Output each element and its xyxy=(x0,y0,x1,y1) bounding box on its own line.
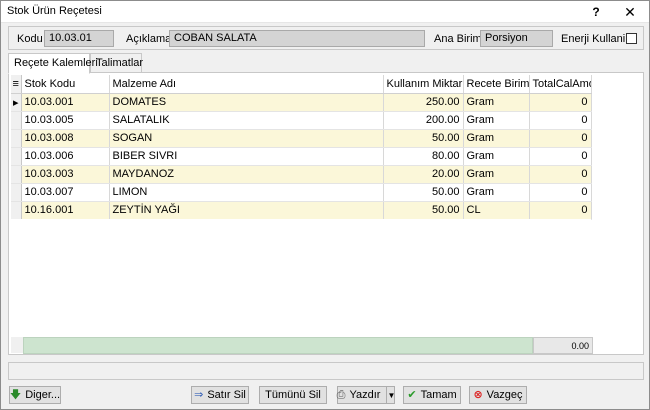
table-row[interactable]: 10.16.001 ZEYTİN YAĞI 50.00 CL 0 xyxy=(11,201,592,220)
row-pointer-icon[interactable]: ▸ xyxy=(11,93,22,112)
table-cell[interactable]: 10.16.001 xyxy=(21,201,110,220)
tamam-button[interactable]: ✔ Tamam xyxy=(403,386,461,404)
table-cell[interactable]: 0 xyxy=(529,165,592,184)
table-row[interactable]: ▸ 10.03.001 DOMATES 250.00 Gram 0 xyxy=(11,93,592,112)
table-cell[interactable]: Gram xyxy=(463,129,530,148)
table-cell[interactable]: 250.00 xyxy=(383,93,464,112)
table-row[interactable]: 10.03.008 SOGAN 50.00 Gram 0 xyxy=(11,129,592,148)
enerji-kullanir-checkbox[interactable] xyxy=(626,33,637,44)
table-cell[interactable]: BIBER SIVRI xyxy=(109,147,384,166)
yazdir-button[interactable]: ⎙ Yazdır ▼ xyxy=(337,386,395,404)
table-cell[interactable]: 80.00 xyxy=(383,147,464,166)
table-cell[interactable]: 0 xyxy=(529,201,592,220)
table-cell[interactable]: 10.03.001 xyxy=(21,93,110,112)
table-cell[interactable]: 0 xyxy=(529,183,592,202)
header-row: ≡ Stok Kodu Malzeme Adı Kullanım Miktarı… xyxy=(11,75,592,94)
aciklama-label: Açıklama xyxy=(126,33,172,45)
table-cell[interactable]: Gram xyxy=(463,111,530,130)
tumunu-sil-button[interactable]: Tümünü Sil xyxy=(259,386,327,404)
table-cell[interactable]: 0 xyxy=(529,93,592,112)
table-cell[interactable]: 50.00 xyxy=(383,183,464,202)
table-cell[interactable]: 10.03.007 xyxy=(21,183,110,202)
satir-sil-button[interactable]: ⇒ Satır Sil xyxy=(191,386,249,404)
table-cell[interactable]: SALATALIK xyxy=(109,111,384,130)
tumunu-sil-button-label: Tümünü Sil xyxy=(265,389,321,401)
table-cell[interactable]: 50.00 xyxy=(383,201,464,220)
checkmark-icon: ✔ xyxy=(407,388,417,401)
delete-row-icon: ⇒ xyxy=(194,388,204,401)
grid-panel: ≡ Stok Kodu Malzeme Adı Kullanım Miktarı… xyxy=(8,72,644,355)
status-bar xyxy=(8,362,644,380)
footer-summary-bar xyxy=(23,337,533,354)
vazgec-button-label: Vazgeç xyxy=(486,389,523,401)
table-cell[interactable]: MAYDANOZ xyxy=(109,165,384,184)
satir-sil-button-label: Satır Sil xyxy=(207,389,246,401)
column-header[interactable]: Malzeme Adı xyxy=(109,75,384,94)
arrow-down-icon: 🡇 xyxy=(9,388,22,401)
diger-button-label: Diger... xyxy=(25,389,61,401)
print-icon: ⎙ xyxy=(336,388,346,401)
cancel-icon: ⊗ xyxy=(473,388,483,401)
tamam-button-label: Tamam xyxy=(420,389,457,401)
row-indicator[interactable] xyxy=(11,165,22,184)
column-chooser-icon[interactable]: ≡ xyxy=(11,75,22,94)
row-indicator[interactable] xyxy=(11,111,22,130)
table-cell[interactable]: 0 xyxy=(529,147,592,166)
table-cell[interactable]: 0 xyxy=(529,129,592,148)
tab-recete-kalemleri[interactable]: Reçete Kalemleri xyxy=(8,53,98,74)
ana-birim-label: Ana Birim xyxy=(434,33,482,45)
table-cell[interactable]: Gram xyxy=(463,165,530,184)
table-cell[interactable]: 0 xyxy=(529,111,592,130)
column-header[interactable]: Kullanım Miktarı xyxy=(383,75,464,94)
row-indicator[interactable] xyxy=(11,129,22,148)
diger-button[interactable]: 🡇 Diger... xyxy=(9,386,61,404)
table-cell[interactable]: 50.00 xyxy=(383,129,464,148)
table-cell[interactable]: CL xyxy=(463,201,530,220)
enerji-kullanir-label: Enerji Kullanir xyxy=(561,33,629,45)
dialog-window: Stok Ürün Reçetesi ? ✕ Kodu 10.03.01 Açı… xyxy=(0,0,650,410)
table-cell[interactable]: 10.03.003 xyxy=(21,165,110,184)
table-cell[interactable]: 10.03.005 xyxy=(21,111,110,130)
table-row[interactable]: 10.03.005 SALATALIK 200.00 Gram 0 xyxy=(11,111,592,130)
table-cell[interactable]: Gram xyxy=(463,183,530,202)
footer-total-value: 0.00 xyxy=(533,337,593,354)
column-header[interactable]: TotalCalAmo xyxy=(529,75,592,94)
aciklama-field[interactable]: COBAN SALATA xyxy=(169,30,425,47)
chevron-down-icon[interactable]: ▼ xyxy=(386,387,395,403)
row-indicator[interactable] xyxy=(11,183,22,202)
table-cell[interactable]: Gram xyxy=(463,93,530,112)
recipe-table: ≡ Stok Kodu Malzeme Adı Kullanım Miktarı… xyxy=(11,75,592,220)
row-indicator[interactable] xyxy=(11,147,22,166)
header-panel: Kodu 10.03.01 Açıklama COBAN SALATA Ana … xyxy=(8,26,644,50)
help-button[interactable]: ? xyxy=(585,3,607,21)
vazgec-button[interactable]: ⊗ Vazgeç xyxy=(469,386,527,404)
close-button[interactable]: ✕ xyxy=(619,3,641,21)
table-row[interactable]: 10.03.006 BIBER SIVRI 80.00 Gram 0 xyxy=(11,147,592,166)
row-indicator[interactable] xyxy=(11,201,22,220)
kodu-field[interactable]: 10.03.01 xyxy=(44,30,114,47)
table-cell[interactable]: 10.03.008 xyxy=(21,129,110,148)
title-bar: Stok Ürün Reçetesi ? ✕ xyxy=(1,1,649,23)
kodu-label: Kodu xyxy=(17,33,43,45)
grid-empty-area xyxy=(11,219,591,337)
yazdir-button-label: Yazdır xyxy=(349,389,381,401)
table-row[interactable]: 10.03.003 MAYDANOZ 20.00 Gram 0 xyxy=(11,165,592,184)
table-cell[interactable]: LIMON xyxy=(109,183,384,202)
table-cell[interactable]: ZEYTİN YAĞI xyxy=(109,201,384,220)
table-cell[interactable]: 200.00 xyxy=(383,111,464,130)
column-header[interactable]: Stok Kodu xyxy=(21,75,110,94)
column-header[interactable]: Recete Birimi xyxy=(463,75,530,94)
table-cell[interactable]: 20.00 xyxy=(383,165,464,184)
table-cell[interactable]: DOMATES xyxy=(109,93,384,112)
window-title: Stok Ürün Reçetesi xyxy=(7,5,102,17)
ana-birim-field[interactable]: Porsiyon xyxy=(480,30,553,47)
recipe-grid[interactable]: ≡ Stok Kodu Malzeme Adı Kullanım Miktarı… xyxy=(11,75,593,354)
table-row[interactable]: 10.03.007 LIMON 50.00 Gram 0 xyxy=(11,183,592,202)
grid-footer: 0.00 xyxy=(13,337,593,354)
table-cell[interactable]: 10.03.006 xyxy=(21,147,110,166)
tab-talimatlar[interactable]: Talimatlar xyxy=(90,53,143,73)
table-cell[interactable]: SOGAN xyxy=(109,129,384,148)
table-cell[interactable]: Gram xyxy=(463,147,530,166)
